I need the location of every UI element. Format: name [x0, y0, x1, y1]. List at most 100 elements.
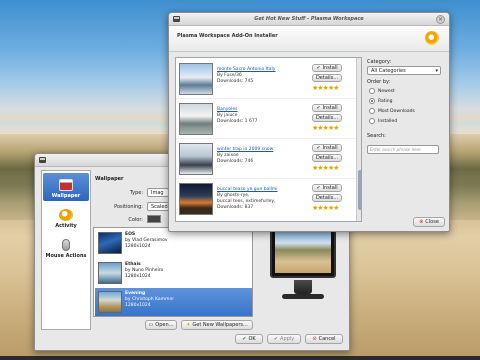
addon-downloads: Downloads: 745 — [217, 79, 254, 84]
cancel-button[interactable]: ⊘ Cancel — [305, 334, 343, 344]
details-button[interactable]: Details... — [312, 114, 342, 122]
list-item[interactable]: winter trap in 2009 snow By zaixoe Downl… — [176, 140, 356, 179]
sidebar-item-label: Wallpaper — [51, 193, 81, 199]
list-item[interactable]: Evening by Christoph Kammer 1280x1024 — [95, 288, 252, 316]
open-button-label: Open... — [155, 322, 174, 328]
rating-stars: ★★★★★ — [312, 84, 339, 92]
details-label: Details... — [315, 75, 339, 81]
order-option-newest[interactable]: Newest — [369, 88, 395, 94]
ghns-logo-icon — [425, 31, 439, 45]
wallpaper-list[interactable]: EOS by Vlad Gerasimov 1280x1024 Ethais b… — [93, 227, 253, 317]
addon-author: By zaixoe — [217, 153, 239, 158]
addon-downloads: Downloads: 837 — [217, 205, 254, 210]
install-check-icon: ✔ — [316, 104, 321, 111]
order-option-rating[interactable]: Rating — [369, 98, 393, 104]
addon-title-link[interactable]: winter trap in 2009 snow — [217, 147, 273, 152]
addon-list-scrollbar[interactable] — [356, 58, 361, 221]
install-button[interactable]: ✔ Install — [312, 64, 342, 72]
sidebar-item-wallpaper[interactable]: Wallpaper — [43, 173, 89, 201]
search-input[interactable]: Enter search phrase here — [367, 145, 439, 154]
ghns-window-title: Get Hot New Stuff - Plasma Workspace — [254, 16, 364, 22]
category-value: All Categories — [371, 67, 406, 74]
addon-author-extra: buccal tees, extimefurley, — [217, 199, 276, 204]
check-icon: ✔ — [242, 335, 247, 342]
close-button[interactable]: ⊗ Close — [413, 217, 445, 227]
list-item[interactable]: Ethais by Nuno Pinheiro 1280x1024 — [95, 259, 252, 288]
install-check-icon: ✔ — [316, 184, 321, 191]
sidebar-item-label: Mouse Actions — [45, 253, 87, 259]
addon-thumbnail — [179, 143, 213, 175]
list-item[interactable]: buccal tease ye gun ballmi By ghosts-rye… — [176, 180, 356, 221]
taskbar-panel[interactable] — [0, 356, 480, 360]
addon-author: By jaiuce — [217, 113, 238, 118]
search-label: Search: — [367, 133, 386, 139]
wallpaper-thumbnail — [98, 262, 122, 284]
details-button[interactable]: Details... — [312, 74, 342, 82]
wallpaper-size: 1280x1024 — [125, 244, 151, 249]
radio-button[interactable] — [369, 118, 375, 124]
rating-stars: ★★★★★ — [312, 124, 339, 132]
details-button[interactable]: Details... — [312, 154, 342, 162]
order-option-installed[interactable]: Installed — [369, 118, 397, 124]
category-label: Category: — [367, 59, 392, 65]
details-button[interactable]: Details... — [312, 194, 342, 202]
order-option-label: Newest — [378, 88, 395, 94]
install-check-icon: ✔ — [316, 144, 321, 151]
monitor-base — [282, 294, 324, 299]
mouse-icon — [62, 239, 70, 251]
type-select[interactable]: Imag — [147, 188, 169, 197]
wallpaper-size: 1280x1024 — [125, 303, 151, 308]
install-label: Install — [322, 145, 338, 151]
addon-title-link[interactable]: Banyoles — [217, 107, 237, 112]
cancel-icon: ⊘ — [312, 335, 317, 342]
install-button[interactable]: ✔ Install — [312, 184, 342, 192]
scrollbar-thumb[interactable] — [358, 170, 361, 210]
radio-button[interactable] — [369, 88, 375, 94]
settings-sidebar: Wallpaper Activity Mouse Actions — [41, 170, 91, 330]
wallpaper-icon — [59, 179, 73, 191]
category-select[interactable]: All Categories ▾ — [367, 66, 441, 75]
chevron-down-icon: ▾ — [435, 67, 438, 74]
wallpaper-thumbnail — [98, 232, 122, 254]
install-button[interactable]: ✔ Install — [312, 104, 342, 112]
ghns-header-title: Plasma Workspace Add-On Installer — [177, 33, 278, 39]
close-circle-icon: ⊗ — [419, 218, 424, 225]
addon-author: By Fuse/36 — [217, 73, 242, 78]
install-button[interactable]: ✔ Install — [312, 144, 342, 152]
install-label: Install — [322, 65, 338, 71]
preview-image — [275, 227, 331, 273]
list-item[interactable]: monte Sacro Antonio Italy By Fuse/36 Dow… — [176, 60, 356, 99]
close-icon[interactable]: × — [436, 15, 445, 24]
sidebar-item-label: Activity — [55, 223, 77, 229]
wallpaper-size: 1280x1024 — [125, 274, 151, 279]
install-label: Install — [322, 105, 338, 111]
get-new-wallpapers-button[interactable]: ✦ Get New Wallpapers... — [181, 320, 253, 330]
addon-title-link[interactable]: buccal tease ye gun ballmi — [217, 187, 278, 192]
ok-button[interactable]: ✔ OK — [235, 334, 263, 344]
radio-button[interactable] — [369, 108, 375, 114]
sidebar-item-mouse-actions[interactable]: Mouse Actions — [43, 233, 89, 261]
order-option-most-downloads[interactable]: Most Downloads — [369, 108, 415, 114]
window-menu-icon[interactable] — [173, 16, 180, 22]
color-swatch[interactable] — [147, 215, 161, 223]
ok-button-label: OK — [248, 336, 256, 342]
apply-button-label: Apply — [280, 336, 295, 342]
apply-check-icon: ✔ — [273, 335, 279, 342]
window-menu-icon[interactable] — [39, 157, 46, 163]
order-option-label: Most Downloads — [378, 108, 415, 114]
monitor-stand — [294, 280, 312, 294]
ghns-titlebar[interactable]: Get Hot New Stuff - Plasma Workspace × — [169, 13, 449, 26]
open-button[interactable]: ▭ Open... — [145, 320, 177, 330]
details-label: Details... — [315, 195, 339, 201]
addon-list[interactable]: monte Sacro Antonio Italy By Fuse/36 Dow… — [175, 57, 362, 222]
addon-downloads: Downloads: 746 — [217, 159, 254, 164]
radio-button-selected[interactable] — [369, 98, 375, 104]
list-item[interactable]: EOS by Vlad Gerasimov 1280x1024 — [95, 229, 252, 258]
list-item[interactable]: Banyoles By jaiuce Downloads: 1 677 ✔ Ins… — [176, 100, 356, 139]
color-label: Color: — [128, 217, 143, 223]
addon-title-link[interactable]: monte Sacro Antonio Italy — [217, 67, 275, 72]
apply-button[interactable]: ✔ Apply — [267, 334, 301, 344]
order-label: Order by: — [367, 79, 391, 85]
install-label: Install — [322, 185, 338, 191]
sidebar-item-activity[interactable]: Activity — [43, 203, 89, 231]
